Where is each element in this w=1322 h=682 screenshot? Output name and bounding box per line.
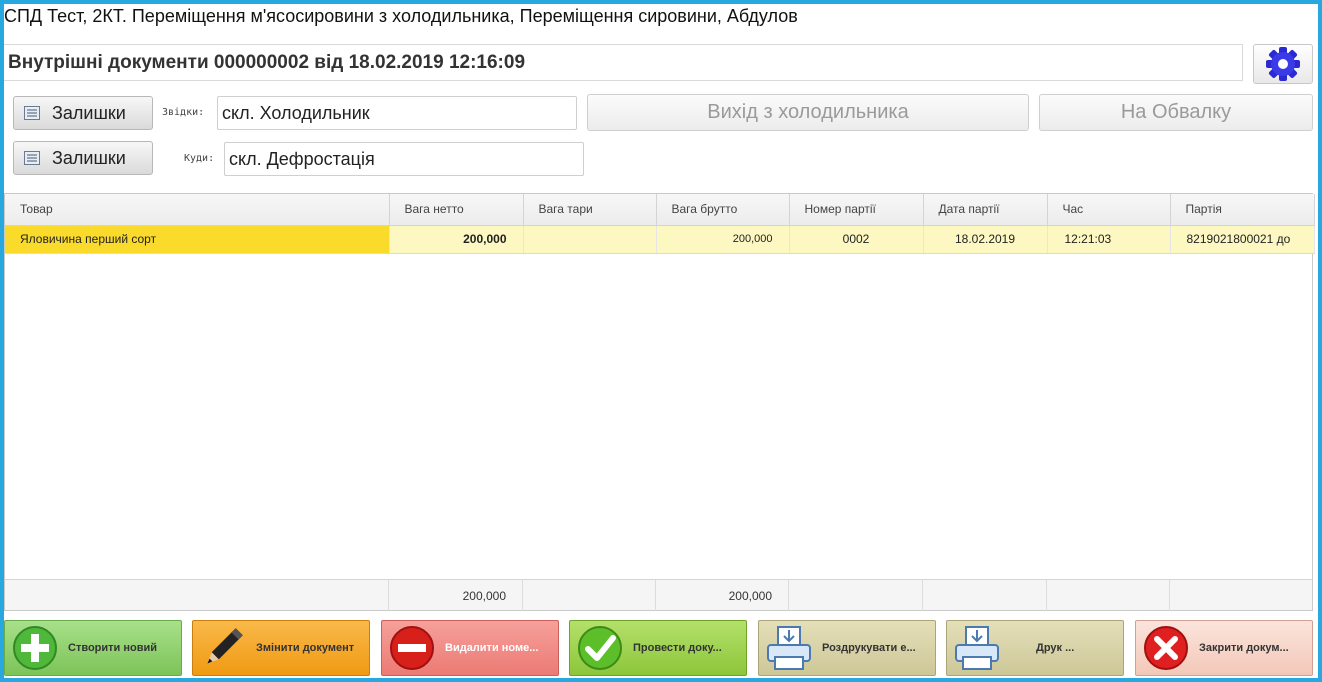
post-document-label: Провести доку... — [633, 642, 722, 654]
total-cell — [5, 580, 389, 611]
print-label-label: Роздрукувати е... — [822, 642, 916, 654]
printer-icon — [767, 626, 811, 670]
plus-icon — [13, 626, 57, 670]
total-net-weight: 200,000 — [389, 580, 523, 611]
column-header[interactable]: Час — [1047, 194, 1171, 226]
check-icon — [578, 626, 622, 670]
total-gross-weight: 200,000 — [656, 580, 789, 611]
to-label: Куди: — [184, 153, 215, 164]
total-cell — [789, 580, 923, 611]
from-warehouse-field[interactable]: скл. Холодильник — [217, 96, 577, 130]
stock-to-button[interactable]: Залишки — [13, 141, 153, 175]
stock-to-button-label: Залишки — [52, 147, 126, 168]
cell-batch: 8219021800021 до — [1170, 225, 1315, 254]
print-label: Друк ... — [1036, 642, 1075, 654]
column-header[interactable]: Вага нетто — [389, 194, 524, 226]
column-header[interactable]: Номер партії — [789, 194, 924, 226]
edit-document-label: Змінити документ — [256, 642, 355, 654]
delete-item-button[interactable]: Видалити номе... — [381, 620, 559, 676]
cell-batch-number: 0002 — [789, 225, 924, 254]
close-icon — [1144, 626, 1188, 670]
cell-batch-date: 18.02.2019 — [923, 225, 1048, 254]
column-header[interactable]: Дата партії — [923, 194, 1048, 226]
edit-document-button[interactable]: Змінити документ — [192, 620, 370, 676]
total-cell — [523, 580, 656, 611]
items-table[interactable]: Товар Вага нетто Вага тари Вага брутто Н… — [4, 193, 1315, 611]
table-header: Товар Вага нетто Вага тари Вага брутто Н… — [5, 194, 1315, 226]
total-cell — [1047, 580, 1170, 611]
list-icon — [24, 106, 40, 120]
delete-item-label: Видалити номе... — [445, 642, 539, 654]
stock-from-button-label: Залишки — [52, 102, 126, 123]
cell-time: 12:21:03 — [1047, 225, 1171, 254]
from-label: Звідки: — [162, 107, 205, 118]
post-document-button[interactable]: Провести доку... — [569, 620, 747, 676]
table-row[interactable]: Яловичина перший сорт 200,000 200,000 00… — [5, 225, 1315, 254]
print-button[interactable]: Друк ... — [946, 620, 1124, 676]
column-header[interactable]: Товар — [5, 194, 390, 226]
cell-net-weight: 200,000 — [389, 225, 524, 254]
gear-icon — [1266, 47, 1300, 81]
document-header: Внутрішні документи 000000002 від 18.02.… — [4, 44, 1243, 81]
to-deboning-button[interactable]: На Обвалку — [1039, 94, 1313, 131]
total-cell — [1170, 580, 1312, 611]
list-icon — [24, 151, 40, 165]
cell-gross-weight: 200,000 — [656, 225, 790, 254]
settings-button[interactable] — [1253, 44, 1313, 84]
to-warehouse-field[interactable]: скл. Дефростація — [224, 142, 584, 176]
stock-from-button[interactable]: Залишки — [13, 96, 153, 130]
column-header[interactable]: Вага тари — [523, 194, 657, 226]
close-document-label: Закрити докум... — [1199, 642, 1289, 654]
cell-product: Яловичина перший сорт — [5, 225, 390, 254]
print-label-button[interactable]: Роздрукувати е... — [758, 620, 936, 676]
create-new-button[interactable]: Створити новий — [4, 620, 182, 676]
total-cell — [923, 580, 1047, 611]
table-totals: 200,000 200,000 — [5, 579, 1312, 611]
printer-icon — [955, 626, 999, 670]
exit-fridge-button[interactable]: Вихід з холодильника — [587, 94, 1029, 131]
pencil-icon — [207, 628, 243, 664]
window-title: СПД Тест, 2КТ. Переміщення м'ясосировини… — [4, 6, 798, 26]
column-header[interactable]: Партія — [1170, 194, 1315, 226]
close-document-button[interactable]: Закрити докум... — [1135, 620, 1313, 676]
create-new-label: Створити новий — [68, 642, 158, 654]
cell-tare-weight — [523, 225, 657, 254]
column-header[interactable]: Вага брутто — [656, 194, 790, 226]
minus-icon — [390, 626, 434, 670]
